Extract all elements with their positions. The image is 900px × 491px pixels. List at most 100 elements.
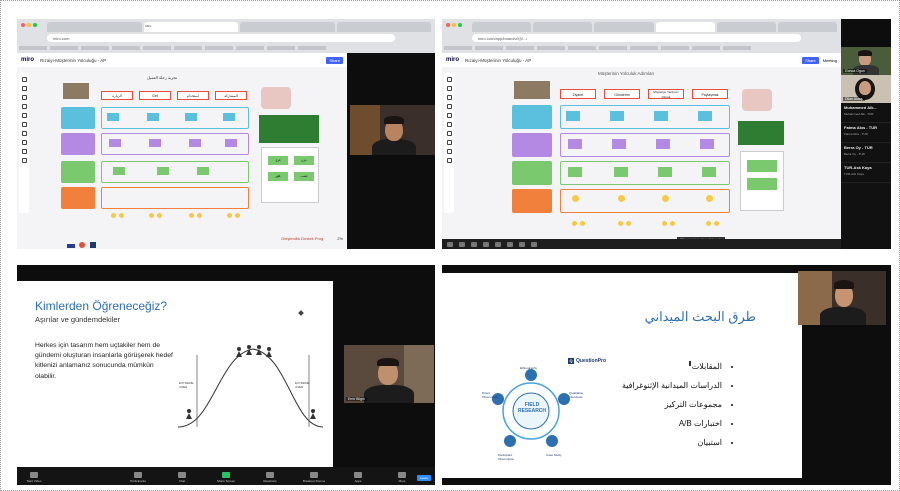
- sticky-note[interactable]: [113, 167, 125, 175]
- more-icon[interactable]: [446, 158, 452, 163]
- share-button[interactable]: Share: [802, 56, 819, 64]
- sticky-note-icon[interactable]: [21, 104, 27, 109]
- sticky-note[interactable]: [700, 139, 714, 149]
- grid-icon[interactable]: [459, 241, 465, 247]
- sticky-note[interactable]: [610, 111, 624, 121]
- connector-icon[interactable]: [21, 122, 27, 127]
- share-button[interactable]: Share: [326, 56, 343, 64]
- address-bar[interactable]: miro.com/app/board/uXjV.../: [472, 34, 801, 42]
- sticky-note[interactable]: [225, 139, 237, 147]
- browser-tab-active[interactable]: Miro: [143, 22, 238, 32]
- sticky-note[interactable]: [568, 139, 582, 149]
- browser-tab[interactable]: [777, 22, 838, 32]
- frame-icon[interactable]: [21, 149, 27, 154]
- sticky-note[interactable]: [223, 113, 235, 121]
- board-name[interactable]: Rızaiyı-Müşterinin Yolculuğu - AP: [40, 58, 106, 63]
- shape-icon[interactable]: [446, 113, 452, 118]
- video-icon[interactable]: [507, 241, 513, 247]
- browser-tab[interactable]: [47, 22, 142, 32]
- browser-tab-active[interactable]: [655, 22, 715, 32]
- emoji-face-icon: [618, 221, 623, 226]
- sticky-note[interactable]: [149, 139, 161, 147]
- vote-icon[interactable]: [483, 241, 489, 247]
- participant-video[interactable]: [798, 271, 886, 325]
- meeting-button[interactable]: Meeting: [823, 58, 837, 63]
- emotion-sticky[interactable]: حزن: [294, 156, 314, 165]
- sticky-note[interactable]: [568, 167, 582, 177]
- browser-tab[interactable]: [336, 22, 431, 32]
- participant-item[interactable]: TUR-Ask Kaya TUR-Ask Kaya: [841, 163, 891, 183]
- participants-button[interactable]: Participants: [127, 472, 149, 483]
- more-icon[interactable]: [21, 158, 27, 163]
- participant-video[interactable]: Dilan Aktaş: [841, 75, 891, 103]
- comment-icon[interactable]: [446, 140, 452, 145]
- miro-board[interactable]: miro Rızaiyı-Müşterinin Yolculuğu - AP S…: [442, 53, 841, 249]
- screen-icon[interactable]: [519, 241, 525, 247]
- comment-icon[interactable]: [21, 140, 27, 145]
- participant-item[interactable]: Berra Oy - TUR Berra Oy - TUR: [841, 143, 891, 163]
- emotion-sticky[interactable]: [747, 178, 777, 190]
- window-controls[interactable]: [21, 23, 37, 27]
- sticky-note[interactable]: [698, 111, 712, 121]
- text-tool-icon[interactable]: [446, 95, 452, 100]
- emotion-sticky[interactable]: قلق: [268, 172, 288, 181]
- more-button[interactable]: More: [391, 472, 413, 483]
- zoom-level[interactable]: 2%: [337, 236, 343, 241]
- sticky-note[interactable]: [566, 111, 580, 121]
- connector-icon[interactable]: [446, 122, 452, 127]
- browser-tab[interactable]: [472, 22, 532, 32]
- sticky-note[interactable]: [189, 139, 201, 147]
- apps-button[interactable]: Apps: [347, 472, 369, 483]
- sticky-note[interactable]: [185, 113, 197, 121]
- button-label: More: [398, 479, 406, 483]
- emotion-sticky[interactable]: [747, 160, 777, 172]
- template-icon[interactable]: [21, 86, 27, 91]
- leave-button[interactable]: Leave: [416, 475, 431, 481]
- browser-tab[interactable]: [716, 22, 776, 32]
- breakout-rooms-button[interactable]: Breakout Rooms: [303, 472, 325, 483]
- participant-video[interactable]: Emir Bilgin: [344, 345, 434, 403]
- text-tool-icon[interactable]: [21, 95, 27, 100]
- browser-tab[interactable]: [594, 22, 654, 32]
- address-bar[interactable]: miro.com: [47, 34, 395, 42]
- browser-tab[interactable]: [240, 22, 335, 32]
- sticky-note[interactable]: [109, 139, 121, 147]
- share-screen-button[interactable]: Share Screen: [215, 472, 237, 483]
- frames-icon[interactable]: [447, 241, 453, 247]
- sticky-note[interactable]: [107, 113, 119, 121]
- board-name[interactable]: Rızaiyı-Müşterinin Yolculuğu - AP: [465, 58, 531, 63]
- sticky-note[interactable]: [157, 167, 169, 175]
- chat-button[interactable]: Chat: [171, 472, 193, 483]
- chat-icon[interactable]: [495, 241, 501, 247]
- participant-item[interactable]: Muhammed Alk... Muhammed Alk - TUR: [841, 103, 891, 123]
- sticky-note-icon[interactable]: [446, 104, 452, 109]
- start-video-button[interactable]: Start Video: [23, 472, 45, 483]
- window-controls[interactable]: [446, 23, 462, 27]
- emotion-sticky[interactable]: فرح: [268, 156, 288, 165]
- sticky-note[interactable]: [702, 167, 716, 177]
- shape-icon[interactable]: [21, 113, 27, 118]
- sticky-note[interactable]: [612, 139, 626, 149]
- pen-icon[interactable]: [446, 131, 452, 136]
- timer-icon[interactable]: [471, 241, 477, 247]
- reactions-button[interactable]: Reactions: [259, 472, 281, 483]
- sticky-note[interactable]: [656, 139, 670, 149]
- mic-icon[interactable]: [531, 241, 537, 247]
- sticky-note[interactable]: [614, 167, 628, 177]
- emotion-sticky[interactable]: غضب: [294, 172, 314, 181]
- sticky-note[interactable]: [654, 111, 668, 121]
- frame-icon[interactable]: [446, 149, 452, 154]
- participant-video[interactable]: Gonca Ogun: [841, 47, 891, 75]
- sticky-note[interactable]: [147, 113, 159, 121]
- select-tool-icon[interactable]: [446, 77, 452, 82]
- template-icon[interactable]: [446, 86, 452, 91]
- slipper-image: [742, 89, 772, 111]
- browser-tab[interactable]: [533, 22, 593, 32]
- pen-icon[interactable]: [21, 131, 27, 136]
- participant-item[interactable]: Fatma Akıs - TUR Fatma Akıs - TUR: [841, 123, 891, 143]
- sticky-note[interactable]: [658, 167, 672, 177]
- select-tool-icon[interactable]: [21, 77, 27, 82]
- participant-video[interactable]: [350, 105, 435, 155]
- sticky-note[interactable]: [197, 167, 209, 175]
- miro-board[interactable]: miro Rızaiyı-Müşterinin Yolculuğu - AP S…: [17, 53, 347, 249]
